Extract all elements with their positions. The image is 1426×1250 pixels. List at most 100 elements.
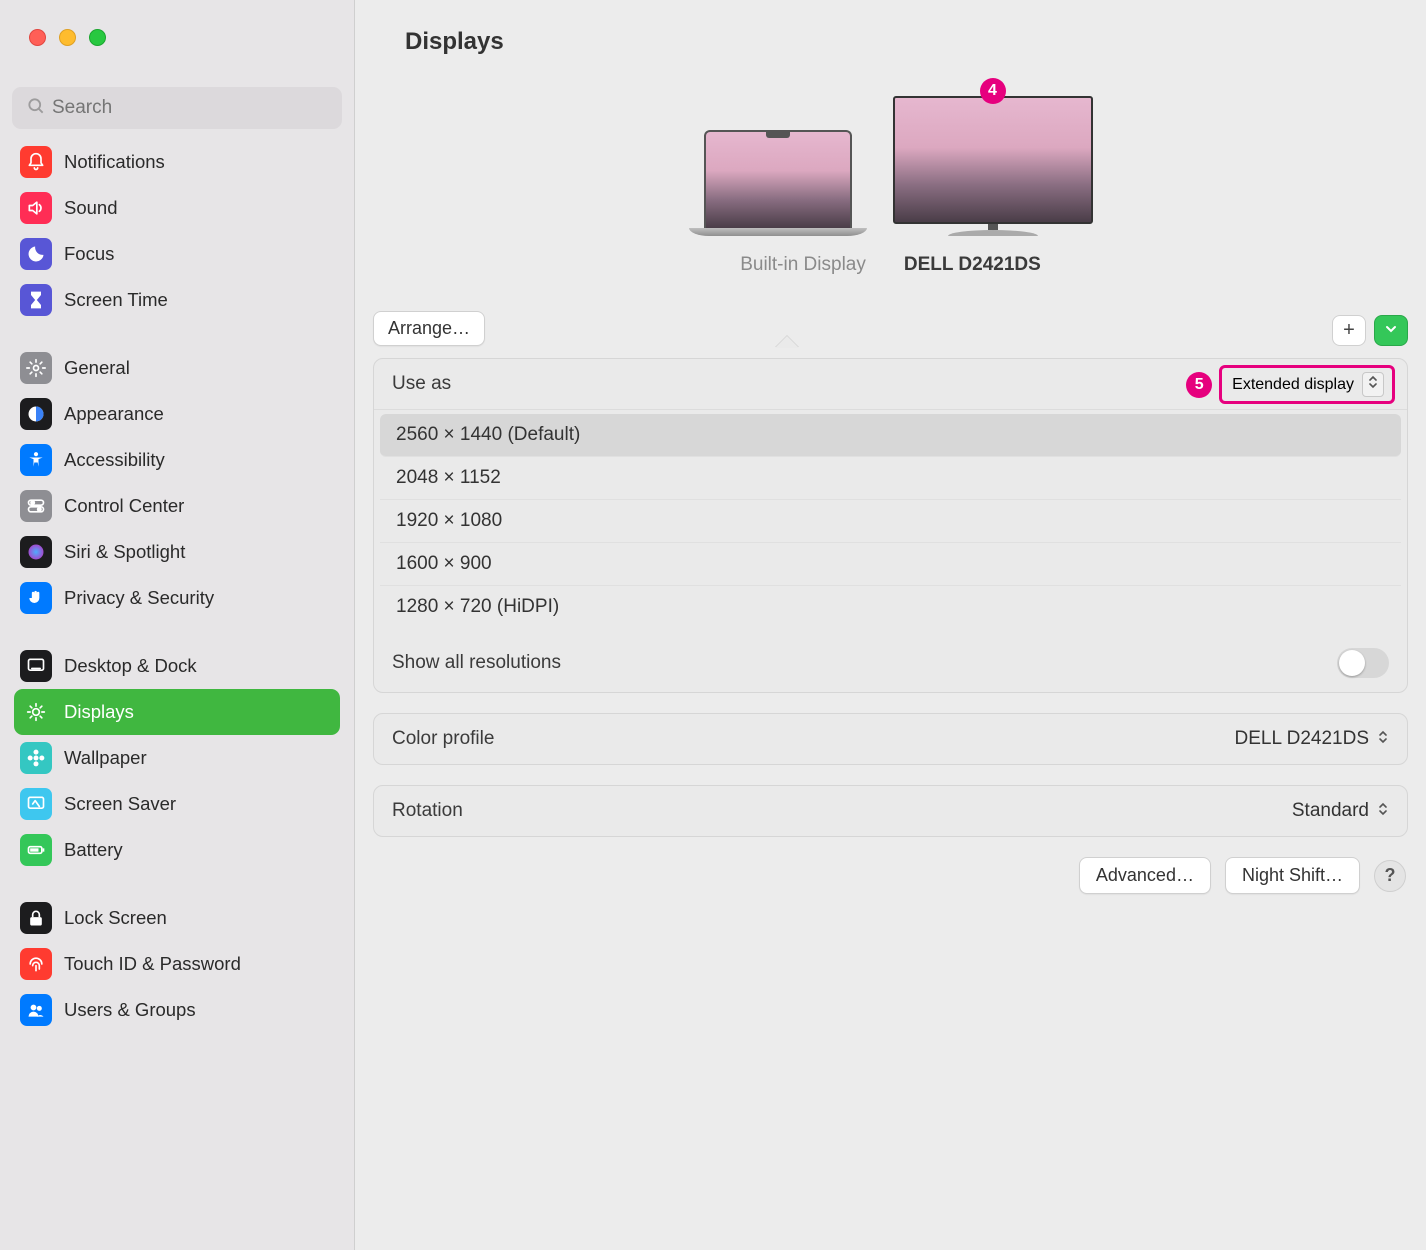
brightness-icon <box>20 696 52 728</box>
search-input[interactable] <box>52 97 342 119</box>
sidebar-item-users-groups[interactable]: Users & Groups <box>14 987 340 1033</box>
rotation-value: Standard <box>1292 800 1369 822</box>
color-profile-row: Color profile DELL D2421DS <box>374 714 1407 764</box>
resolution-option[interactable]: 1280 × 720 (HiDPI) <box>380 586 1401 628</box>
resolution-list: 2560 × 1440 (Default)2048 × 11521920 × 1… <box>374 410 1407 634</box>
sidebar-item-label: Battery <box>64 839 123 861</box>
sidebar-item-label: Siri & Spotlight <box>64 541 185 563</box>
hourglass-icon <box>20 284 52 316</box>
sidebar-item-label: Control Center <box>64 495 184 517</box>
sidebar-item-wallpaper[interactable]: Wallpaper <box>14 735 340 781</box>
hand-icon <box>20 582 52 614</box>
sidebar-item-appearance[interactable]: Appearance <box>14 391 340 437</box>
sidebar-item-battery[interactable]: Battery <box>14 827 340 873</box>
resolution-option[interactable]: 1920 × 1080 <box>380 500 1401 543</box>
sidebar-item-label: Sound <box>64 197 118 219</box>
sidebar-item-label: General <box>64 357 130 379</box>
sidebar-item-label: Users & Groups <box>64 999 196 1021</box>
color-profile-value: DELL D2421DS <box>1235 728 1369 750</box>
sidebar: Notifications Sound Focus Screen Time Genera… <box>0 0 355 1250</box>
use-as-select[interactable]: 5 Extended display <box>1219 365 1395 404</box>
arrange-button[interactable]: Arrange… <box>373 311 485 346</box>
dock-icon <box>20 650 52 682</box>
external-display-thumb[interactable]: 4 <box>893 96 1093 236</box>
sidebar-item-screen-saver[interactable]: Screen Saver <box>14 781 340 827</box>
sidebar-item-label: Accessibility <box>64 449 165 471</box>
show-all-resolutions-row: Show all resolutions <box>374 634 1407 692</box>
sound-icon <box>20 192 52 224</box>
sidebar-item-label: Appearance <box>64 403 164 425</box>
sidebar-item-touch-id-password[interactable]: Touch ID & Password <box>14 941 340 987</box>
sidebar-item-screen-time[interactable]: Screen Time <box>14 277 340 323</box>
builtin-display-label[interactable]: Built-in Display <box>740 254 866 276</box>
rotation-label: Rotation <box>392 800 463 822</box>
sidebar-item-label: Privacy & Security <box>64 587 214 609</box>
battery-icon <box>20 834 52 866</box>
show-all-toggle[interactable] <box>1337 648 1389 678</box>
resolution-option[interactable]: 2560 × 1440 (Default) <box>380 414 1401 457</box>
updown-icon <box>1362 372 1384 397</box>
rotation-row: Rotation Standard <box>374 786 1407 836</box>
sidebar-item-displays[interactable]: Displays <box>14 689 340 735</box>
moon-icon <box>20 238 52 270</box>
sidebar-item-privacy-security[interactable]: Privacy & Security <box>14 575 340 621</box>
sidebar-item-siri-spotlight[interactable]: Siri & Spotlight <box>14 529 340 575</box>
sidebar-item-control-center[interactable]: Control Center <box>14 483 340 529</box>
help-button[interactable]: ? <box>1374 860 1406 892</box>
use-as-row: Use as 5 Extended display <box>374 359 1407 410</box>
annotation-badge-4: 4 <box>980 78 1006 104</box>
search-icon <box>26 96 46 121</box>
chevron-down-icon <box>1385 322 1397 340</box>
resolution-option[interactable]: 1600 × 900 <box>380 543 1401 586</box>
show-all-label: Show all resolutions <box>392 652 561 674</box>
bell-icon <box>20 146 52 178</box>
rotation-select[interactable]: Standard <box>1292 800 1389 822</box>
search-field[interactable] <box>12 87 342 129</box>
sidebar-item-label: Notifications <box>64 151 165 173</box>
sidebar-item-lock-screen[interactable]: Lock Screen <box>14 895 340 941</box>
fingerprint-icon <box>20 948 52 980</box>
color-profile-select[interactable]: DELL D2421DS <box>1235 728 1389 750</box>
close-window-button[interactable] <box>29 29 46 46</box>
users-icon <box>20 994 52 1026</box>
displays-preview: 4 Built-in Display DELL D2421DS Arrange…… <box>355 68 1426 346</box>
siri-icon <box>20 536 52 568</box>
sidebar-item-desktop-dock[interactable]: Desktop & Dock <box>14 643 340 689</box>
controlcenter-icon <box>20 490 52 522</box>
sidebar-item-notifications[interactable]: Notifications <box>14 139 340 185</box>
sidebar-item-general[interactable]: General <box>14 345 340 391</box>
external-display-label[interactable]: DELL D2421DS <box>904 254 1041 276</box>
sidebar-item-label: Touch ID & Password <box>64 953 241 975</box>
resolution-option[interactable]: 2048 × 1152 <box>380 457 1401 500</box>
sidebar-item-label: Displays <box>64 701 134 723</box>
sidebar-item-accessibility[interactable]: Accessibility <box>14 437 340 483</box>
advanced-button[interactable]: Advanced… <box>1079 857 1211 894</box>
sidebar-item-label: Screen Time <box>64 289 168 311</box>
sidebar-item-label: Wallpaper <box>64 747 147 769</box>
sidebar-item-focus[interactable]: Focus <box>14 231 340 277</box>
lock-icon <box>20 902 52 934</box>
selected-display-pointer <box>775 336 799 348</box>
color-profile-label: Color profile <box>392 728 494 750</box>
sidebar-item-label: Focus <box>64 243 114 265</box>
builtin-display-thumb[interactable] <box>689 130 867 236</box>
sidebar-item-label: Lock Screen <box>64 907 167 929</box>
updown-icon <box>1377 800 1389 822</box>
flower-icon <box>20 742 52 774</box>
display-menu-button[interactable] <box>1374 315 1408 346</box>
screensaver-icon <box>20 788 52 820</box>
accessibility-icon <box>20 444 52 476</box>
minimize-window-button[interactable] <box>59 29 76 46</box>
add-display-button[interactable]: + <box>1332 315 1366 346</box>
sidebar-item-label: Screen Saver <box>64 793 176 815</box>
updown-icon <box>1377 728 1389 750</box>
use-as-value: Extended display <box>1232 376 1354 394</box>
sidebar-item-sound[interactable]: Sound <box>14 185 340 231</box>
window-controls <box>0 0 354 68</box>
zoom-window-button[interactable] <box>89 29 106 46</box>
main-pane: Displays 4 Built-in Display DELL D2421DS… <box>355 0 1426 1250</box>
night-shift-button[interactable]: Night Shift… <box>1225 857 1360 894</box>
page-title: Displays <box>355 0 1426 68</box>
gear-icon <box>20 352 52 384</box>
appearance-icon <box>20 398 52 430</box>
